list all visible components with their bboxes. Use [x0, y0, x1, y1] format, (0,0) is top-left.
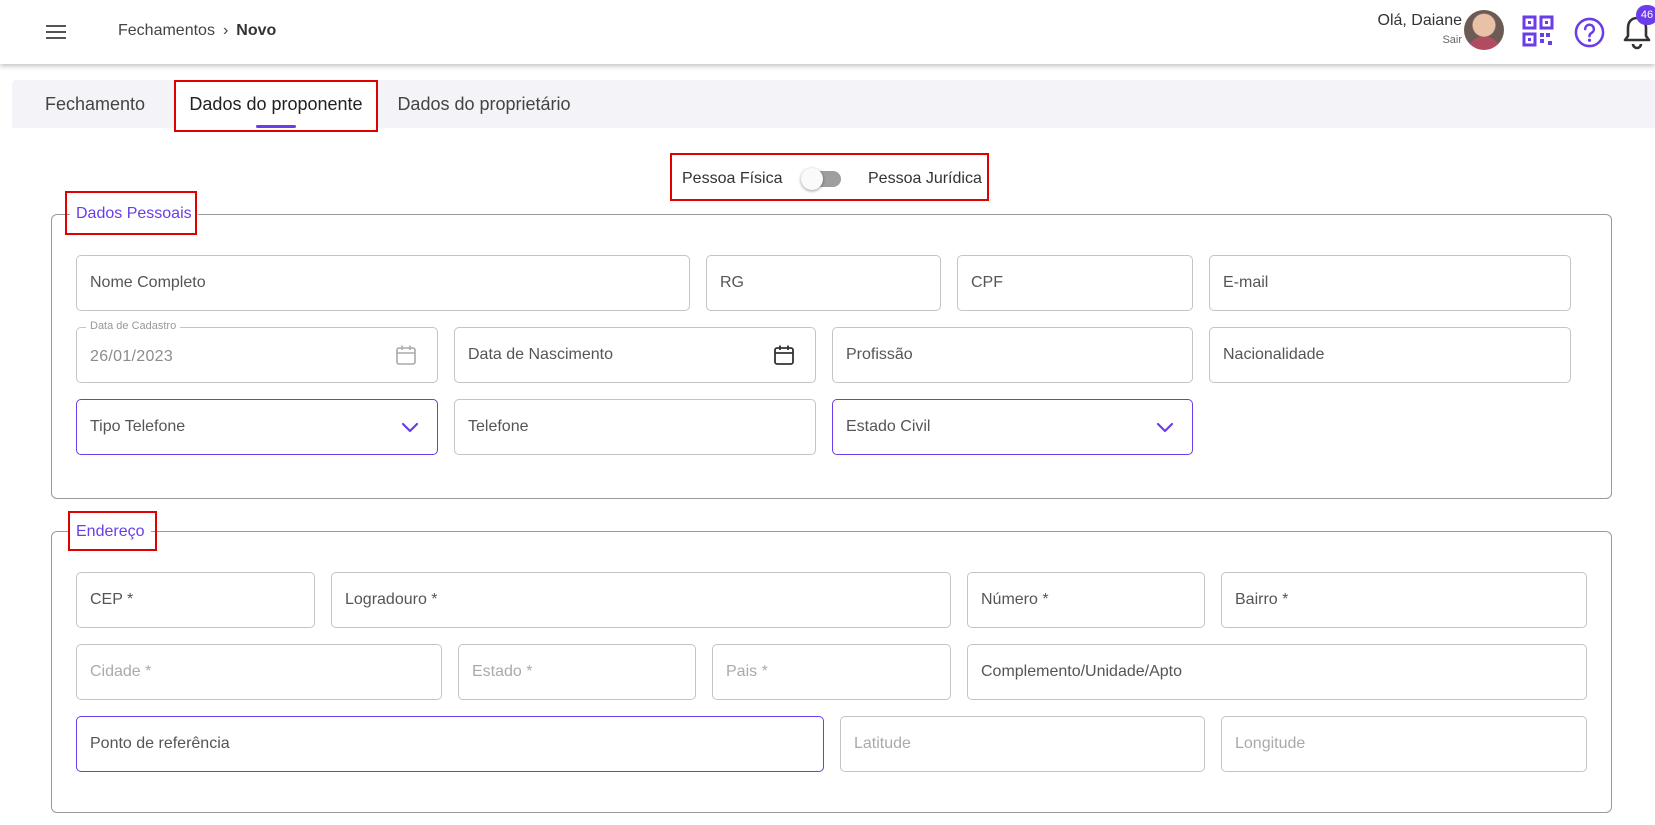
toggle-label-pessoa-juridica: Pessoa Jurídica — [868, 170, 982, 187]
city-input[interactable]: Cidade * — [76, 644, 442, 700]
latitude-input[interactable]: Latitude — [840, 716, 1205, 772]
user-greeting: Olá, Daiane Sair — [1378, 12, 1463, 46]
breadcrumb-item-current: Novo — [236, 22, 277, 39]
street-placeholder: Logradouro * — [345, 591, 438, 608]
district-input[interactable]: Bairro * — [1221, 572, 1587, 628]
switch-knob — [801, 168, 823, 190]
country-input[interactable]: Pais * — [712, 644, 951, 700]
breadcrumb: Fechamentos › Novo — [118, 22, 276, 40]
registration-date-input[interactable]: Data de Cadastro 26/01/2023 — [76, 320, 438, 383]
street-input[interactable]: Logradouro * — [331, 572, 951, 628]
logout-link[interactable]: Sair — [1378, 34, 1462, 46]
toggle-label-pessoa-fisica: Pessoa Física — [682, 170, 783, 187]
profession-input[interactable]: Profissão — [832, 327, 1193, 383]
hamburger-menu-icon[interactable] — [46, 22, 70, 42]
reference-point-input[interactable]: Ponto de referência — [76, 716, 824, 772]
cep-input[interactable]: CEP * — [76, 572, 315, 628]
state-placeholder: Estado * — [472, 663, 533, 680]
complement-placeholder: Complemento/Unidade/Apto — [981, 663, 1183, 680]
chevron-down-icon — [1156, 422, 1174, 433]
breadcrumb-separator: › — [222, 22, 229, 39]
district-placeholder: Bairro * — [1235, 591, 1289, 608]
user-avatar[interactable] — [1464, 10, 1504, 50]
top-header: Fechamentos › Novo Olá, Daiane Sair 46 — [0, 0, 1655, 64]
marital-status-placeholder: Estado Civil — [846, 418, 931, 435]
chevron-down-icon — [401, 422, 419, 433]
calendar-icon[interactable] — [773, 344, 795, 366]
notification-badge: 46 — [1636, 5, 1655, 25]
help-icon[interactable] — [1574, 17, 1605, 48]
cpf-input[interactable]: CPF — [957, 255, 1193, 311]
number-placeholder: Número * — [981, 591, 1049, 608]
longitude-placeholder: Longitude — [1235, 735, 1306, 752]
registration-date-label: Data de Cadastro — [86, 320, 181, 332]
tab-fechamento[interactable]: Fechamento — [20, 80, 170, 128]
reference-point-placeholder: Ponto de referência — [90, 735, 230, 752]
phone-input[interactable]: Telefone — [454, 399, 816, 455]
marital-status-select[interactable]: Estado Civil — [832, 399, 1193, 455]
rg-input[interactable]: RG — [706, 255, 941, 311]
country-placeholder: Pais * — [726, 663, 768, 680]
full-name-input[interactable]: Nome Completo — [76, 255, 690, 311]
email-input[interactable]: E-mail — [1209, 255, 1571, 311]
nationality-input[interactable]: Nacionalidade — [1209, 327, 1571, 383]
breadcrumb-item-fechamentos[interactable]: Fechamentos — [118, 22, 215, 39]
tab-dados-do-proponente[interactable]: Dados do proponente — [174, 80, 378, 128]
city-placeholder: Cidade * — [90, 663, 152, 680]
phone-type-placeholder: Tipo Telefone — [90, 418, 186, 435]
nationality-placeholder: Nacionalidade — [1223, 346, 1325, 363]
phone-type-select[interactable]: Tipo Telefone — [76, 399, 438, 455]
longitude-input[interactable]: Longitude — [1221, 716, 1587, 772]
profession-placeholder: Profissão — [846, 346, 913, 363]
calendar-icon[interactable] — [395, 344, 417, 366]
legend-dados-pessoais: Dados Pessoais — [70, 205, 198, 223]
state-input[interactable]: Estado * — [458, 644, 696, 700]
birth-date-placeholder: Data de Nascimento — [468, 346, 613, 363]
birth-date-input[interactable]: Data de Nascimento — [454, 327, 816, 383]
tab-dados-do-proprietario[interactable]: Dados do proprietário — [380, 80, 588, 128]
email-placeholder: E-mail — [1223, 274, 1269, 291]
qr-code-icon[interactable] — [1522, 15, 1554, 47]
cep-placeholder: CEP * — [90, 591, 134, 608]
phone-placeholder: Telefone — [468, 418, 529, 435]
active-tab-indicator — [256, 125, 296, 128]
person-type-switch[interactable] — [801, 168, 841, 190]
complement-input[interactable]: Complemento/Unidade/Apto — [967, 644, 1587, 700]
full-name-placeholder: Nome Completo — [90, 274, 206, 291]
number-input[interactable]: Número * — [967, 572, 1205, 628]
legend-endereco: Endereço — [70, 523, 151, 541]
registration-date-value: 26/01/2023 — [90, 348, 174, 365]
latitude-placeholder: Latitude — [854, 735, 911, 752]
cpf-placeholder: CPF — [971, 274, 1003, 291]
rg-placeholder: RG — [720, 274, 744, 291]
greeting-text: Olá, Daiane — [1377, 12, 1463, 29]
